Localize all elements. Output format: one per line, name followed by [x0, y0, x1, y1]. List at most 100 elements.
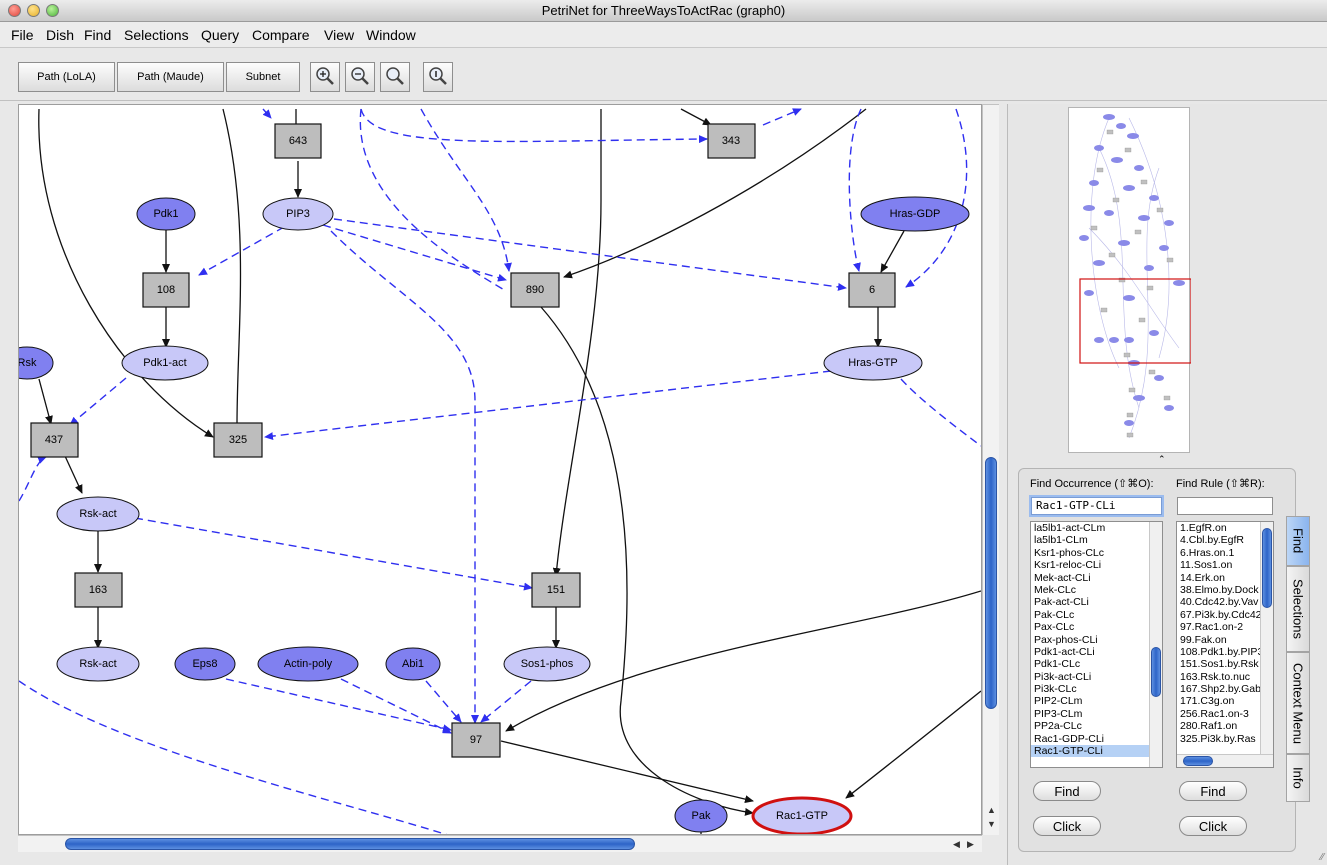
list-item[interactable]: PIP2-CLm	[1031, 695, 1162, 707]
scroll-down-arrow[interactable]: ▼	[987, 819, 996, 829]
list-item[interactable]: Pax-CLc	[1031, 621, 1162, 633]
subnet-button[interactable]: Subnet	[226, 62, 300, 92]
list-item[interactable]: la5lb1-act-CLm	[1031, 522, 1162, 534]
zoom-fit-button[interactable]	[380, 62, 410, 92]
scroll-left-arrow[interactable]: ◀	[953, 839, 960, 850]
list-item[interactable]: Mek-CLc	[1031, 584, 1162, 596]
menu-compare[interactable]: Compare	[252, 27, 310, 43]
list-item[interactable]: Pdk1-CLc	[1031, 658, 1162, 670]
tab-context-menu[interactable]: Context Menu	[1286, 652, 1310, 754]
find-rule-input[interactable]	[1177, 497, 1273, 515]
list-item[interactable]: 97.Rac1.on-2	[1177, 621, 1273, 633]
menu-query[interactable]: Query	[201, 27, 239, 43]
list-item[interactable]: Ksr1-reloc-CLi	[1031, 559, 1162, 571]
zoom-actual-button[interactable]	[423, 62, 453, 92]
list-item[interactable]: 325.Pi3k.by.Ras	[1177, 733, 1273, 745]
zoom-out-button[interactable]	[345, 62, 375, 92]
zoom-window-button[interactable]	[46, 4, 59, 17]
path-lola-button[interactable]: Path (LoLA)	[18, 62, 115, 92]
toolbar: Path (LoLA) Path (Maude) Subnet	[0, 49, 1327, 101]
vertical-scroll-thumb[interactable]	[985, 457, 997, 709]
canvas-horizontal-scrollbar[interactable]: ◀ ▶	[18, 835, 982, 852]
transition-label: 151	[547, 584, 565, 596]
list-item[interactable]: 151.Sos1.by.Rsk	[1177, 658, 1273, 670]
list-item[interactable]: Mek-act-CLi	[1031, 572, 1162, 584]
transition-label: 108	[157, 284, 175, 296]
window-title: PetriNet for ThreeWaysToActRac (graph0)	[541, 3, 786, 18]
list-item[interactable]: la5lb1-CLm	[1031, 534, 1162, 546]
list-item[interactable]: Pi3k-CLc	[1031, 683, 1162, 695]
place-label: Sos1-phos	[521, 658, 574, 670]
menu-file[interactable]: File	[11, 27, 34, 43]
list-item[interactable]: 108.Pdk1.by.PIP3	[1177, 646, 1273, 658]
transition-label: 437	[45, 434, 63, 446]
menu-find[interactable]: Find	[84, 27, 111, 43]
find-occurrence-button[interactable]: Find	[1033, 781, 1101, 801]
list-item[interactable]: Ksr1-phos-CLc	[1031, 547, 1162, 559]
rule-list-scroll-thumb[interactable]	[1262, 528, 1272, 608]
canvas-vertical-scrollbar[interactable]: ▲ ▼	[982, 104, 999, 835]
list-item[interactable]: PP2a-CLc	[1031, 720, 1162, 732]
title-bar: PetriNet for ThreeWaysToActRac (graph0)	[0, 0, 1327, 22]
click-rule-button[interactable]: Click	[1179, 816, 1247, 836]
menu-selections[interactable]: Selections	[124, 27, 189, 43]
list-item[interactable]: 40.Cdc42.by.Vav	[1177, 596, 1273, 608]
transition-label: 643	[289, 135, 307, 147]
scroll-up-arrow[interactable]: ▲	[987, 805, 996, 815]
list-item[interactable]: PIP3-CLm	[1031, 708, 1162, 720]
list-item[interactable]: Pax-phos-CLi	[1031, 634, 1162, 646]
list-item[interactable]: 256.Rac1.on-3	[1177, 708, 1273, 720]
place-label: PIP3	[286, 208, 310, 220]
zoom-in-button[interactable]	[310, 62, 340, 92]
graph-overview-minimap[interactable]	[1068, 107, 1192, 453]
occurrence-list[interactable]: la5lb1-act-CLm la5lb1-CLm Ksr1-phos-CLc …	[1030, 521, 1163, 768]
path-maude-button[interactable]: Path (Maude)	[117, 62, 224, 92]
tab-selections[interactable]: Selections	[1286, 566, 1310, 652]
rule-list-hscrollbar[interactable]	[1177, 754, 1273, 767]
rule-list-hscroll-thumb[interactable]	[1183, 756, 1213, 766]
collapse-arrow-icon[interactable]: ⌃	[1158, 454, 1166, 465]
resize-grip-icon[interactable]: ⁄⁄	[1321, 852, 1324, 863]
rule-list-scrollbar[interactable]	[1260, 522, 1273, 754]
list-item[interactable]: 280.Raf1.on	[1177, 720, 1273, 732]
find-rule-label: Find Rule (⇧⌘R):	[1176, 478, 1265, 490]
horizontal-scroll-thumb[interactable]	[65, 838, 635, 850]
list-item[interactable]: Rac1-GDP-CLi	[1031, 733, 1162, 745]
menu-view[interactable]: View	[324, 27, 354, 43]
menu-window[interactable]: Window	[366, 27, 416, 43]
place-label: Abi1	[402, 658, 424, 670]
transition-label: 890	[526, 284, 544, 296]
occurrence-list-scroll-thumb[interactable]	[1151, 647, 1161, 697]
list-item[interactable]: 11.Sos1.on	[1177, 559, 1273, 571]
list-item[interactable]: Pi3k-act-CLi	[1031, 671, 1162, 683]
list-item[interactable]: 99.Fak.on	[1177, 634, 1273, 646]
find-rule-button[interactable]: Find	[1179, 781, 1247, 801]
place-label: Pdk1	[153, 208, 178, 220]
minimap-viewport[interactable]	[1079, 278, 1192, 364]
occurrence-list-scrollbar[interactable]	[1149, 522, 1162, 767]
list-item-selected[interactable]: Rac1-GTP-CLi	[1031, 745, 1162, 758]
list-item[interactable]: Pdk1-act-CLi	[1031, 646, 1162, 658]
list-item[interactable]: 163.Rsk.to.nuc	[1177, 671, 1273, 683]
menu-dish[interactable]: Dish	[46, 27, 74, 43]
list-item[interactable]: 1.EgfR.on	[1177, 522, 1273, 534]
list-item[interactable]: 14.Erk.on	[1177, 572, 1273, 584]
click-occurrence-button[interactable]: Click	[1033, 816, 1101, 836]
list-item[interactable]: 4.Cbl.by.EgfR	[1177, 534, 1273, 546]
scroll-right-arrow[interactable]: ▶	[967, 839, 974, 850]
tab-info[interactable]: Info	[1286, 754, 1310, 802]
close-window-button[interactable]	[8, 4, 21, 17]
petri-net-canvas[interactable]: Pdk1 PIP3 Hras-GDP Pdk1-act Hras-GTP Rsk…	[18, 104, 982, 835]
list-item[interactable]: Pak-CLc	[1031, 609, 1162, 621]
list-item[interactable]: 171.C3g.on	[1177, 695, 1273, 707]
list-item[interactable]: 38.Elmo.by.Dock	[1177, 584, 1273, 596]
find-occurrence-input[interactable]: Rac1-GTP-CLi	[1031, 497, 1162, 515]
place-label: Actin-poly	[284, 658, 333, 670]
list-item[interactable]: Pak-act-CLi	[1031, 596, 1162, 608]
list-item[interactable]: 6.Hras.on.1	[1177, 547, 1273, 559]
minimize-window-button[interactable]	[27, 4, 40, 17]
rule-list[interactable]: 1.EgfR.on 4.Cbl.by.EgfR 6.Hras.on.1 11.S…	[1176, 521, 1274, 768]
tab-find[interactable]: Find	[1286, 516, 1310, 566]
list-item[interactable]: 167.Shp2.by.Gab	[1177, 683, 1273, 695]
list-item[interactable]: 67.Pi3k.by.Cdc42	[1177, 609, 1273, 621]
